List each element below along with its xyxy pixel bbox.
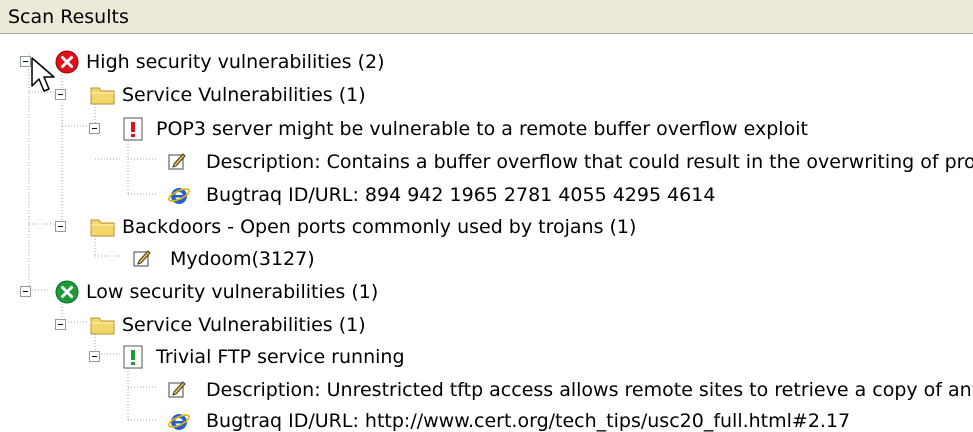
collapse-toggle[interactable] (89, 351, 100, 362)
folder-icon (90, 83, 115, 107)
tree-node-low-service-vulnerabilities[interactable]: Service Vulnerabilities (1) (0, 310, 973, 340)
tree-node-backdoors[interactable]: Backdoors - Open ports commonly used by … (0, 212, 973, 242)
alert-icon (121, 345, 145, 369)
tree-node-high-security[interactable]: High security vulnerabilities (2) (0, 47, 973, 77)
tree-node-pop3-description[interactable]: Description: Contains a buffer overflow … (0, 147, 973, 177)
tree-node-mydoom[interactable]: Mydoom(3127) (0, 244, 973, 274)
folder-icon (90, 215, 115, 239)
tree-node-label: Bugtraq ID/URL: 894 942 1965 2781 4055 4… (206, 184, 716, 206)
scan-results-panel: Scan Results High security vulnerabiliti… (0, 0, 973, 432)
ie-link-icon (167, 183, 191, 207)
tree-node-pop3-bugtraq[interactable]: Bugtraq ID/URL: 894 942 1965 2781 4055 4… (0, 180, 973, 210)
tree-node-label: Description: Contains a buffer overflow … (206, 151, 973, 173)
note-icon (131, 247, 155, 271)
tree-node-label: Low security vulnerabilities (1) (86, 281, 379, 303)
red-x-circle-icon (55, 50, 79, 74)
green-check-circle-icon (55, 280, 79, 304)
tree-node-tftp[interactable]: Trivial FTP service running (0, 342, 973, 372)
note-icon (166, 150, 190, 174)
tree-node-label: Bugtraq ID/URL: http://www.cert.org/tech… (206, 410, 851, 432)
tree-node-low-security[interactable]: Low security vulnerabilities (1) (0, 277, 973, 307)
collapse-toggle[interactable] (55, 319, 66, 330)
panel-title: Scan Results (8, 6, 129, 28)
alert-icon (121, 117, 145, 141)
folder-icon (90, 313, 115, 337)
collapse-toggle[interactable] (89, 123, 100, 134)
scan-results-header: Scan Results (0, 0, 973, 34)
tree-node-label: Service Vulnerabilities (1) (122, 314, 366, 336)
tree-node-pop3-vulnerability[interactable]: POP3 server might be vulnerable to a rem… (0, 114, 973, 144)
note-icon (166, 378, 190, 402)
collapse-toggle[interactable] (55, 221, 66, 232)
tree-node-label: POP3 server might be vulnerable to a rem… (156, 118, 808, 140)
tree-node-label: Backdoors - Open ports commonly used by … (122, 216, 637, 238)
mouse-cursor-icon (31, 57, 55, 92)
tree-node-tftp-bugtraq[interactable]: Bugtraq ID/URL: http://www.cert.org/tech… (0, 406, 973, 432)
tree-node-label: Description: Unrestricted tftp access al… (206, 379, 973, 401)
tree-node-high-service-vulnerabilities[interactable]: Service Vulnerabilities (1) (0, 80, 973, 110)
scan-results-tree[interactable]: High security vulnerabilities (2) Servic… (0, 34, 973, 432)
tree-node-label: Trivial FTP service running (156, 346, 405, 368)
tree-node-label: Service Vulnerabilities (1) (122, 84, 366, 106)
ie-link-icon (167, 409, 191, 432)
tree-node-label: Mydoom(3127) (170, 248, 315, 270)
tree-node-label: High security vulnerabilities (2) (86, 51, 385, 73)
tree-node-tftp-description[interactable]: Description: Unrestricted tftp access al… (0, 375, 973, 405)
collapse-toggle[interactable] (20, 286, 31, 297)
